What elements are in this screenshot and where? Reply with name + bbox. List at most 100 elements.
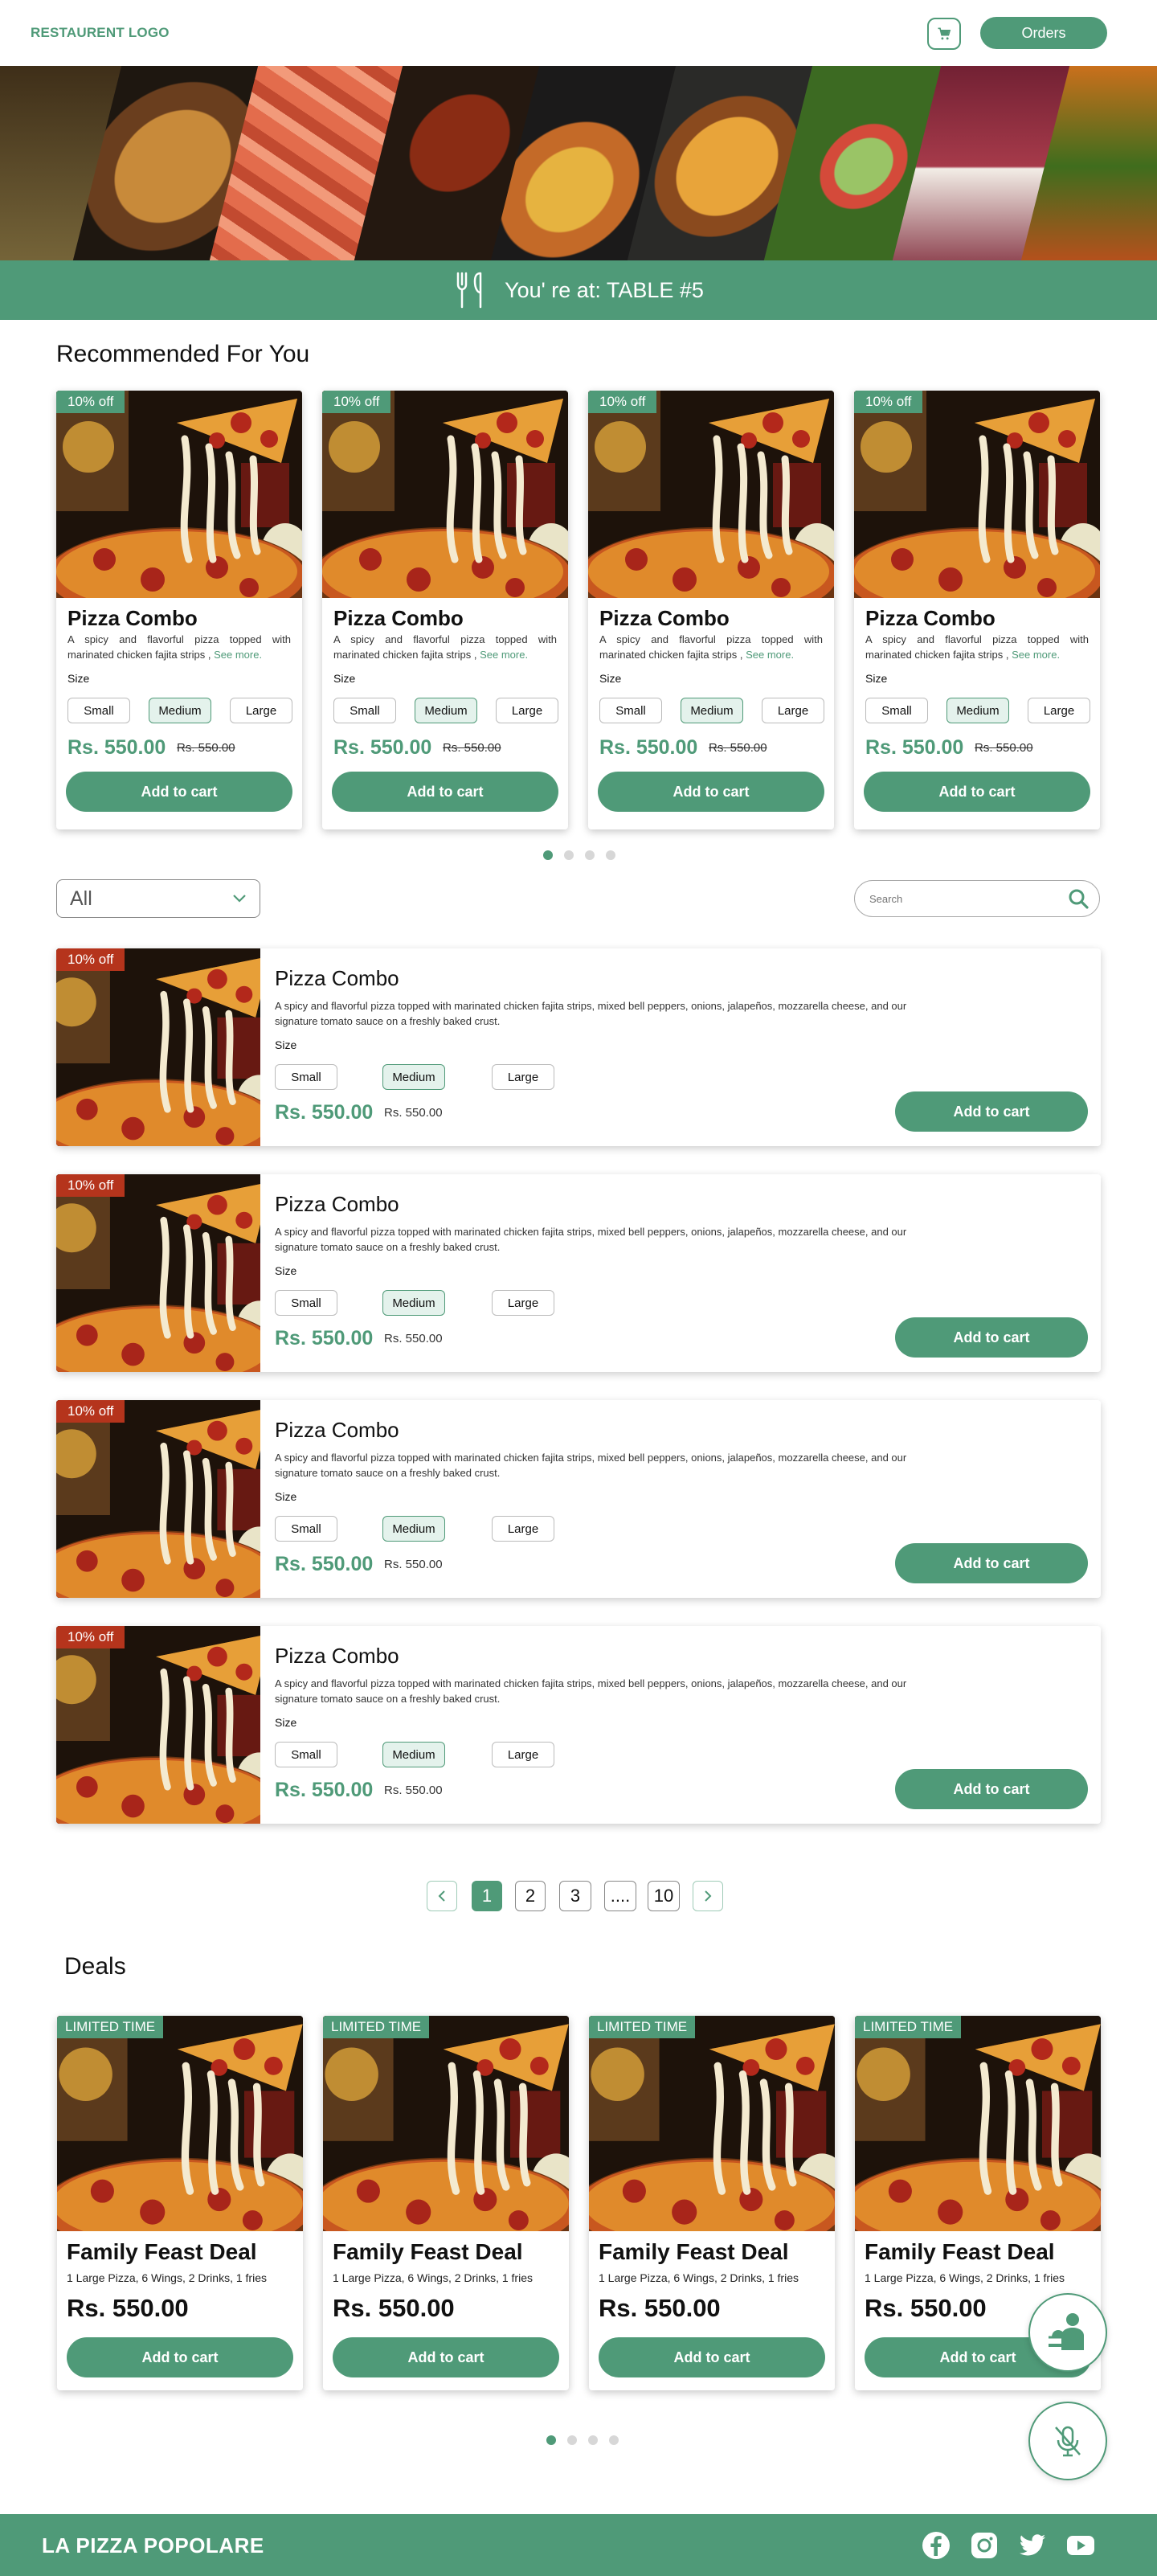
size-option-medium[interactable]: Medium xyxy=(382,1516,445,1542)
add-to-cart-button[interactable]: Add to cart xyxy=(895,1091,1088,1132)
pagination-page-3[interactable]: 3 xyxy=(559,1881,591,1911)
carousel-dot-2[interactable] xyxy=(564,850,574,860)
size-option-small[interactable]: Small xyxy=(67,698,130,723)
size-option-large[interactable]: Large xyxy=(492,1064,554,1090)
size-option-small[interactable]: Small xyxy=(275,1064,337,1090)
product-description: A spicy and flavorful pizza topped with … xyxy=(275,1000,907,1027)
recommended-card[interactable]: 10% off Pizza Combo A spicy and flavorful … xyxy=(854,391,1100,829)
add-to-cart-button[interactable]: Add to cart xyxy=(599,2337,825,2377)
product-title: Pizza Combo xyxy=(275,1418,399,1442)
deal-price: Rs. 550.00 xyxy=(599,2294,721,2322)
see-more-link[interactable]: See more. xyxy=(214,649,262,661)
product-price: Rs. 550.00 xyxy=(865,736,964,759)
product-price: Rs. 550.00 xyxy=(67,736,166,759)
voice-assistant-button[interactable] xyxy=(1028,2402,1107,2480)
size-option-small[interactable]: Small xyxy=(275,1516,337,1542)
see-more-link[interactable]: See more. xyxy=(746,649,794,661)
pagination-prev[interactable] xyxy=(427,1881,457,1911)
recommended-card[interactable]: 10% off Pizza Combo A spicy and flavorful … xyxy=(588,391,834,829)
facebook-icon[interactable] xyxy=(921,2530,951,2561)
pagination-page-10[interactable]: 10 xyxy=(648,1881,680,1911)
add-to-cart-button[interactable]: Add to cart xyxy=(67,2337,293,2377)
size-option-medium[interactable]: Medium xyxy=(681,698,743,723)
deal-description: 1 Large Pizza, 6 Wings, 2 Drinks, 1 frie… xyxy=(333,2271,533,2284)
size-option-small[interactable]: Small xyxy=(865,698,928,723)
product-description: A spicy and flavorful pizza topped with … xyxy=(333,632,557,662)
size-option-small[interactable]: Small xyxy=(599,698,662,723)
size-option-large[interactable]: Large xyxy=(496,698,558,723)
limited-time-badge: LIMITED TIME xyxy=(57,2016,164,2038)
size-option-medium[interactable]: Medium xyxy=(382,1742,445,1767)
size-label: Size xyxy=(275,1716,297,1729)
size-option-medium[interactable]: Medium xyxy=(382,1290,445,1316)
product-image xyxy=(588,391,834,598)
original-price: Rs. 550.00 xyxy=(384,1332,443,1345)
twitter-icon[interactable] xyxy=(1017,2530,1048,2561)
size-option-large[interactable]: Large xyxy=(492,1742,554,1767)
original-price: Rs. 550.00 xyxy=(384,1558,443,1571)
instagram-icon[interactable] xyxy=(969,2530,1000,2561)
deal-card[interactable]: LIMITED TIME Family Feast Deal 1 Large Piz… xyxy=(323,2016,569,2390)
size-option-large[interactable]: Large xyxy=(762,698,824,723)
call-waiter-button[interactable] xyxy=(1028,2293,1107,2372)
size-option-small[interactable]: Small xyxy=(275,1742,337,1767)
deal-title: Family Feast Deal xyxy=(599,2239,789,2264)
size-option-medium[interactable]: Medium xyxy=(415,698,477,723)
product-price: Rs. 550.00 xyxy=(275,1327,374,1349)
restaurant-logo[interactable]: RESTAURENT LOGO xyxy=(31,25,170,41)
menu-item-card[interactable]: 10% off Pizza Combo A spicy and flavorful … xyxy=(56,1174,1101,1372)
size-option-large[interactable]: Large xyxy=(492,1290,554,1316)
category-select[interactable]: All xyxy=(56,879,260,918)
discount-badge: 10% off xyxy=(56,948,125,971)
add-to-cart-button[interactable]: Add to cart xyxy=(598,772,824,812)
search-box[interactable] xyxy=(854,880,1100,917)
carousel-dot-4[interactable] xyxy=(606,850,615,860)
add-to-cart-button[interactable]: Add to cart xyxy=(895,1769,1088,1809)
search-input[interactable] xyxy=(869,892,1046,905)
add-to-cart-button[interactable]: Add to cart xyxy=(895,1543,1088,1583)
pagination-next[interactable] xyxy=(693,1881,723,1911)
deals-dot-4[interactable] xyxy=(609,2435,619,2445)
size-option-medium[interactable]: Medium xyxy=(149,698,211,723)
add-to-cart-button[interactable]: Add to cart xyxy=(333,2337,559,2377)
menu-item-card[interactable]: 10% off Pizza Combo A spicy and flavorful … xyxy=(56,1400,1101,1598)
orders-button[interactable]: Orders xyxy=(980,17,1107,49)
add-to-cart-button[interactable]: Add to cart xyxy=(66,772,292,812)
original-price: Rs. 550.00 xyxy=(384,1106,443,1120)
size-option-small[interactable]: Small xyxy=(333,698,396,723)
deal-image xyxy=(855,2016,1101,2231)
recommended-card[interactable]: 10% off Pizza Combo A spicy and flavorful … xyxy=(56,391,302,829)
search-icon[interactable] xyxy=(1067,887,1090,910)
youtube-icon[interactable] xyxy=(1065,2530,1096,2561)
add-to-cart-button[interactable]: Add to cart xyxy=(864,772,1090,812)
pagination-page-2[interactable]: 2 xyxy=(515,1881,546,1911)
size-option-large[interactable]: Large xyxy=(492,1516,554,1542)
menu-item-card[interactable]: 10% off Pizza Combo A spicy and flavorful … xyxy=(56,1626,1101,1824)
recommended-card[interactable]: 10% off Pizza Combo A spicy and flavorful … xyxy=(322,391,568,829)
deal-price: Rs. 550.00 xyxy=(67,2294,189,2322)
discount-badge: 10% off xyxy=(56,1626,125,1648)
carousel-dot-3[interactable] xyxy=(585,850,595,860)
deal-card[interactable]: LIMITED TIME Family Feast Deal 1 Large Piz… xyxy=(57,2016,303,2390)
product-image xyxy=(854,391,1100,598)
deals-dot-3[interactable] xyxy=(588,2435,598,2445)
deal-title: Family Feast Deal xyxy=(67,2239,257,2264)
size-option-medium[interactable]: Medium xyxy=(946,698,1009,723)
cart-button[interactable] xyxy=(927,18,961,50)
carousel-dot-1[interactable] xyxy=(543,850,553,860)
see-more-link[interactable]: See more. xyxy=(1012,649,1060,661)
add-to-cart-button[interactable]: Add to cart xyxy=(895,1317,1088,1358)
deals-dot-1[interactable] xyxy=(546,2435,556,2445)
menu-item-card[interactable]: 10% off Pizza Combo A spicy and flavorful … xyxy=(56,948,1101,1146)
deal-card[interactable]: LIMITED TIME Family Feast Deal 1 Large Piz… xyxy=(589,2016,835,2390)
size-option-small[interactable]: Small xyxy=(275,1290,337,1316)
see-more-link[interactable]: See more. xyxy=(480,649,528,661)
size-option-large[interactable]: Large xyxy=(1028,698,1090,723)
size-option-medium[interactable]: Medium xyxy=(382,1064,445,1090)
deal-image xyxy=(57,2016,303,2231)
deals-dot-2[interactable] xyxy=(567,2435,577,2445)
limited-time-badge: LIMITED TIME xyxy=(589,2016,696,2038)
add-to-cart-button[interactable]: Add to cart xyxy=(332,772,558,812)
size-option-large[interactable]: Large xyxy=(230,698,292,723)
pagination-page-1[interactable]: 1 xyxy=(472,1881,502,1911)
